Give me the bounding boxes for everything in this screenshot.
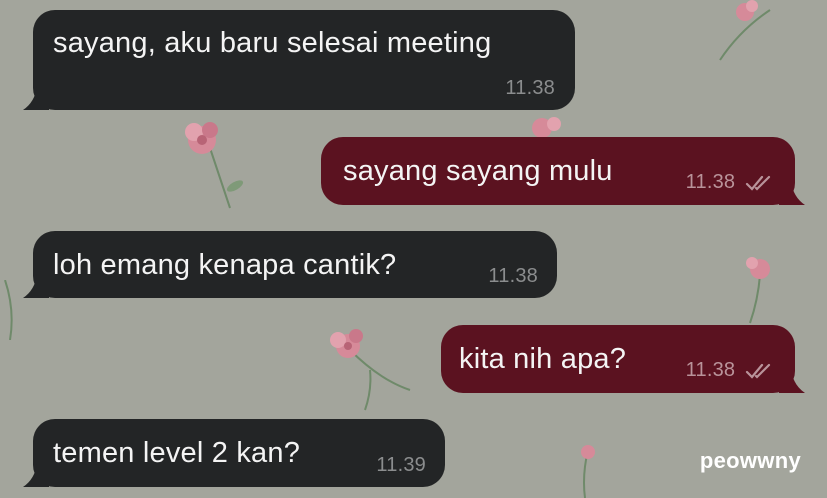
flower-icon bbox=[330, 329, 411, 411]
message-timestamp: 11.38 bbox=[505, 77, 555, 99]
message-text: kita nih apa? bbox=[459, 343, 627, 375]
flower-icon bbox=[185, 122, 244, 209]
message-timestamp: 11.38 bbox=[685, 359, 736, 381]
double-check-icon bbox=[745, 175, 771, 191]
flower-icon bbox=[746, 257, 770, 324]
message-bubble-incoming[interactable]: sayang, aku baru selesai meeting 11.38 bbox=[23, 10, 575, 110]
message-timestamp: 11.38 bbox=[685, 171, 736, 193]
message-bubble-outgoing[interactable]: kita nih apa? 11.38 bbox=[441, 325, 805, 393]
message-text: sayang sayang mulu bbox=[343, 155, 613, 187]
message-bubble-incoming[interactable]: loh emang kenapa cantik? 11.38 bbox=[23, 231, 557, 298]
bubble-tail bbox=[23, 463, 49, 487]
message-text: temen level 2 kan? bbox=[53, 437, 301, 469]
bubble-tail bbox=[23, 274, 49, 298]
message-text: sayang, aku baru selesai meeting bbox=[53, 27, 492, 59]
message-bubble-outgoing[interactable]: sayang sayang mulu 11.38 bbox=[321, 137, 805, 205]
flower-icon bbox=[581, 445, 595, 498]
message-timestamp-row: 11.38 bbox=[686, 171, 773, 193]
double-check-icon bbox=[745, 363, 771, 379]
bubble-tail bbox=[779, 369, 805, 393]
message-bubble-incoming[interactable]: temen level 2 kan? 11.39 bbox=[23, 419, 445, 487]
message-text: loh emang kenapa cantik? bbox=[53, 249, 397, 281]
message-timestamp: 11.39 bbox=[376, 454, 426, 476]
bubble-tail bbox=[779, 181, 805, 205]
bubble-tail bbox=[23, 86, 49, 110]
flower-icon bbox=[719, 0, 771, 61]
watermark: peowwny bbox=[699, 448, 801, 473]
message-timestamp: 11.38 bbox=[488, 265, 538, 287]
message-timestamp-row: 11.38 bbox=[686, 359, 773, 381]
